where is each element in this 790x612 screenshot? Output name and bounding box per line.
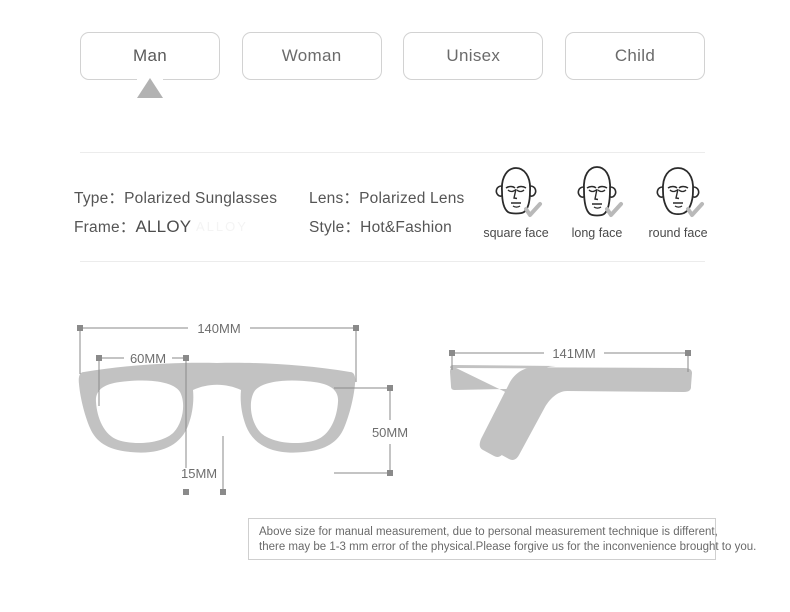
temple-arm-shape — [450, 365, 692, 460]
spec-type-value: Polarized Sunglasses — [124, 190, 278, 207]
divider-top — [80, 152, 705, 153]
face-round: round face — [640, 160, 716, 240]
spec-frame-label: Frame： — [74, 219, 136, 236]
spec-style-label: Style： — [309, 219, 361, 236]
spec-frame: Frame： ALLOY — [74, 215, 309, 237]
disclaimer-line-1: Above size for manual measurement, due t… — [259, 526, 718, 538]
specification-list: Type： Polarized Sunglasses Lens： Polariz… — [74, 186, 474, 244]
spec-type: Type： Polarized Sunglasses — [74, 186, 309, 208]
spec-row-2: Frame： ALLOY Style： Hot&Fashion — [74, 215, 474, 244]
face-square-label: square face — [483, 226, 549, 240]
face-long: long face — [559, 160, 635, 240]
measurement-diagrams: 140MM 60MM 15MM 50MM 141MM — [0, 300, 790, 510]
face-long-label: long face — [571, 226, 623, 240]
tab-woman-label: Woman — [281, 46, 342, 65]
tab-man[interactable]: Man — [80, 32, 220, 80]
front-view-diagram: 140MM 60MM 15MM 50MM — [77, 321, 408, 495]
dimension-15mm: 15MM — [181, 436, 226, 495]
tab-child[interactable]: Child — [564, 32, 705, 80]
divider-bottom — [80, 261, 705, 262]
watermark-ghost-text: ALLOY — [196, 219, 248, 234]
dimension-140mm-label: 140MM — [197, 321, 240, 336]
face-round-label: round face — [648, 226, 708, 240]
tab-woman[interactable]: Woman — [241, 32, 382, 80]
dimension-50mm-label: 50MM — [372, 425, 408, 440]
spec-lens-value: Polarized Lens — [359, 190, 465, 207]
dimension-60mm-label: 60MM — [130, 351, 166, 366]
tab-man-label: Man — [133, 46, 167, 65]
spec-style-value: Hot&Fashion — [360, 219, 452, 236]
spec-row-1: Type： Polarized Sunglasses Lens： Polariz… — [74, 186, 474, 215]
spec-lens: Lens： Polarized Lens — [309, 186, 464, 208]
spec-lens-label: Lens： — [309, 190, 360, 207]
dimension-141mm-label: 141MM — [552, 346, 595, 361]
measurement-disclaimer-box: Above size for manual measurement, due t… — [248, 518, 757, 560]
square-face-icon — [495, 167, 542, 217]
tab-child-label: Child — [614, 46, 656, 65]
disclaimer-line-2: there may be 1-3 mm error of the physica… — [259, 541, 757, 553]
tab-unisex-label: Unisex — [446, 46, 501, 65]
triangle-shape — [137, 78, 163, 98]
round-face-icon — [656, 167, 704, 217]
glasses-front-shape — [78, 362, 356, 453]
face-square: square face — [478, 160, 554, 240]
spec-frame-value: ALLOY — [135, 217, 192, 236]
face-shape-list: square face long face round face — [478, 160, 716, 240]
side-view-diagram: 141MM — [449, 346, 692, 460]
gender-tab-bar: Man Woman Unisex Child — [80, 32, 705, 80]
spec-type-label: Type： — [74, 190, 125, 207]
spec-style: Style： Hot&Fashion — [309, 215, 452, 237]
long-face-icon — [577, 166, 623, 217]
active-tab-triangle-icon — [80, 78, 220, 100]
dimension-15mm-label: 15MM — [181, 466, 217, 481]
tab-unisex[interactable]: Unisex — [403, 32, 544, 80]
